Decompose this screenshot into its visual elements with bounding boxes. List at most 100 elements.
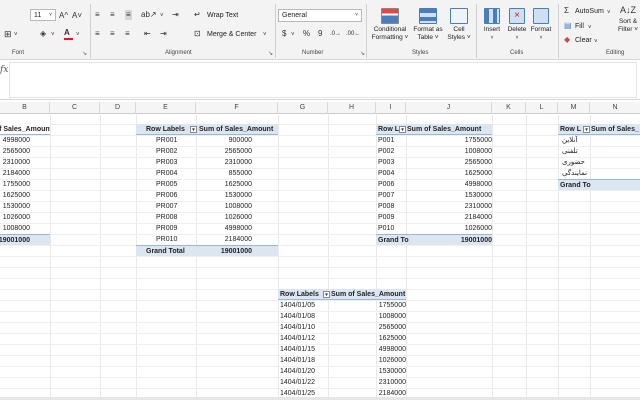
- increase-decimal-icon[interactable]: .0→: [330, 29, 341, 39]
- pivot-row[interactable]: P010 1026000: [376, 223, 492, 234]
- pivot-table-2[interactable]: Row Labels ▾ Sum of Sales_Amount PR001 90…: [136, 124, 278, 267]
- pivot-table-4[interactable]: Row L ▾ Sum of Sales_ آنلاین تلفنی حضوری…: [558, 124, 640, 192]
- format-button[interactable]: Format ˅: [529, 8, 553, 42]
- pivot-row[interactable]: 1404/01/05 1755000: [278, 300, 406, 311]
- column-header-d[interactable]: D: [100, 102, 136, 114]
- pivot-row[interactable]: PR004 855000: [136, 168, 278, 179]
- align-left-icon[interactable]: ≡: [95, 29, 100, 39]
- formula-input[interactable]: [9, 62, 637, 98]
- pivot-grand-total-row[interactable]: Grand To 19001000: [376, 234, 492, 245]
- pivot-row[interactable]: P004 1625000: [376, 168, 492, 179]
- column-header-l[interactable]: L: [526, 102, 558, 114]
- pivot-grand-total-row[interactable]: Grand Total 19001000: [136, 245, 278, 256]
- chevron-down-icon[interactable]: ˅: [160, 11, 164, 21]
- merge-center-button[interactable]: Merge & Center: [207, 30, 256, 39]
- pivot-grand-total-row[interactable]: Grand To: [558, 179, 640, 190]
- pivot-row[interactable]: PR008 1026000: [136, 212, 278, 223]
- pivot-row[interactable]: 1404/01/15 4998000: [278, 344, 406, 355]
- pivot-row[interactable]: حضوری: [558, 157, 640, 168]
- column-header-g[interactable]: G: [278, 102, 328, 114]
- shrink-font-icon[interactable]: A˅: [72, 11, 82, 21]
- pivot-row[interactable]: 1026000: [0, 212, 50, 223]
- pivot-row[interactable]: تلفنی: [558, 146, 640, 157]
- pivot-row[interactable]: PR005 1625000: [136, 179, 278, 190]
- sort-filter-button[interactable]: A↓Z Sort & Filter ˅: [614, 6, 640, 34]
- pivot-row[interactable]: 2310000: [0, 157, 50, 168]
- column-header-m[interactable]: M: [558, 102, 590, 114]
- insert-button[interactable]: Insert ˅: [480, 8, 504, 42]
- column-header-b[interactable]: B: [0, 102, 50, 114]
- pivot-grand-total-row[interactable]: 19001000: [0, 234, 50, 245]
- font-color-button[interactable]: A: [64, 28, 74, 40]
- filter-dropdown-icon[interactable]: ▾: [190, 126, 197, 133]
- currency-icon[interactable]: $: [282, 29, 286, 39]
- pivot-row[interactable]: 1404/01/22 2310000: [278, 377, 406, 388]
- pivot-row[interactable]: نمایندگی: [558, 168, 640, 179]
- pivot-table-5[interactable]: Row Labels ▾ Sum of Sales_Amount 1404/01…: [278, 289, 406, 397]
- pivot-row[interactable]: P003 2565000: [376, 157, 492, 168]
- number-format-select[interactable]: General ˅: [278, 9, 362, 22]
- indent-icon[interactable]: ⇥: [172, 10, 179, 20]
- column-header-h[interactable]: H: [328, 102, 376, 114]
- decrease-decimal-icon[interactable]: .00←: [346, 29, 360, 39]
- pivot-row[interactable]: P006 4998000: [376, 179, 492, 190]
- pivot-row[interactable]: 1530000: [0, 201, 50, 212]
- conditional-formatting-button[interactable]: Conditional Formatting ˅: [369, 8, 411, 42]
- chevron-down-icon[interactable]: ˅: [263, 30, 267, 40]
- decrease-indent-icon[interactable]: ⇤: [144, 29, 151, 39]
- increase-indent-icon[interactable]: ⇥: [160, 29, 167, 39]
- pivot-row[interactable]: P008 2310000: [376, 201, 492, 212]
- column-header-i[interactable]: I: [376, 102, 406, 114]
- chevron-down-icon[interactable]: ˅: [76, 30, 80, 40]
- pivot-row[interactable]: 1008000: [0, 223, 50, 234]
- font-size-select[interactable]: 11 ˅: [30, 9, 56, 21]
- pivot-row[interactable]: 1404/01/12 1625000: [278, 333, 406, 344]
- column-header-c[interactable]: C: [50, 102, 100, 114]
- pivot-row[interactable]: 2184000: [0, 168, 50, 179]
- align-bottom-icon[interactable]: ≡: [125, 10, 132, 20]
- fill-color-icon[interactable]: ◈: [40, 29, 46, 39]
- pivot-row[interactable]: PR006 1530000: [136, 190, 278, 201]
- align-right-icon[interactable]: ≡: [125, 29, 130, 39]
- chevron-down-icon[interactable]: ˅: [607, 8, 611, 18]
- column-header-j[interactable]: J: [406, 102, 492, 114]
- chevron-down-icon[interactable]: ˅: [594, 37, 598, 47]
- clear-button[interactable]: Clear: [575, 36, 592, 45]
- pivot-row[interactable]: PR007 1008000: [136, 201, 278, 212]
- chevron-down-icon[interactable]: ˅: [14, 30, 18, 40]
- cell-styles-button[interactable]: Cell Styles ˅: [445, 8, 473, 42]
- align-middle-icon[interactable]: ≡: [110, 10, 115, 20]
- pivot-row[interactable]: 1404/01/25 2184000: [278, 388, 406, 397]
- grow-font-icon[interactable]: A^: [59, 11, 68, 21]
- chevron-down-icon[interactable]: ˅: [291, 30, 295, 40]
- pivot-row[interactable]: PR010 2184000: [136, 234, 278, 245]
- align-center-icon[interactable]: ≡: [110, 29, 115, 39]
- column-header-k[interactable]: K: [492, 102, 526, 114]
- pivot-row[interactable]: 1404/01/10 2565000: [278, 322, 406, 333]
- function-icon[interactable]: fx: [0, 65, 8, 75]
- column-header-e[interactable]: E: [136, 102, 196, 114]
- pivot-row[interactable]: PR001 900000: [136, 135, 278, 146]
- pivot-row[interactable]: 1404/01/08 1008000: [278, 311, 406, 322]
- pivot-row[interactable]: P009 2184000: [376, 212, 492, 223]
- pivot-row[interactable]: P007 1530000: [376, 190, 492, 201]
- wrap-text-button[interactable]: Wrap Text: [207, 11, 238, 20]
- chevron-down-icon[interactable]: ˅: [588, 23, 592, 33]
- chevron-down-icon[interactable]: ˅: [51, 30, 55, 40]
- borders-icon[interactable]: ⊞: [4, 29, 12, 39]
- dialog-launcher-icon[interactable]: ↘: [268, 50, 273, 57]
- filter-dropdown-icon[interactable]: ▾: [399, 126, 406, 133]
- pivot-row[interactable]: PR009 4998000: [136, 223, 278, 234]
- pivot-row[interactable]: 1404/01/20 1530000: [278, 366, 406, 377]
- pivot-row[interactable]: 4998000: [0, 135, 50, 146]
- pivot-row[interactable]: PR003 2310000: [136, 157, 278, 168]
- orientation-icon[interactable]: ab↗: [141, 10, 157, 20]
- dialog-launcher-icon[interactable]: ↘: [360, 50, 365, 57]
- delete-button[interactable]: × Delete ˅: [505, 8, 529, 42]
- pivot-row[interactable]: PR002 2565000: [136, 146, 278, 157]
- fill-button[interactable]: Fill: [575, 22, 584, 31]
- pivot-table-3[interactable]: Row L ▾ Sum of Sales_Amount P001 1755000 P…: [376, 124, 492, 256]
- worksheet-grid[interactable]: Sum of Sales_Amount 4998000 2565000 2310…: [0, 115, 640, 397]
- pivot-row[interactable]: P001 1755000: [376, 135, 492, 146]
- filter-dropdown-icon[interactable]: ▾: [583, 126, 590, 133]
